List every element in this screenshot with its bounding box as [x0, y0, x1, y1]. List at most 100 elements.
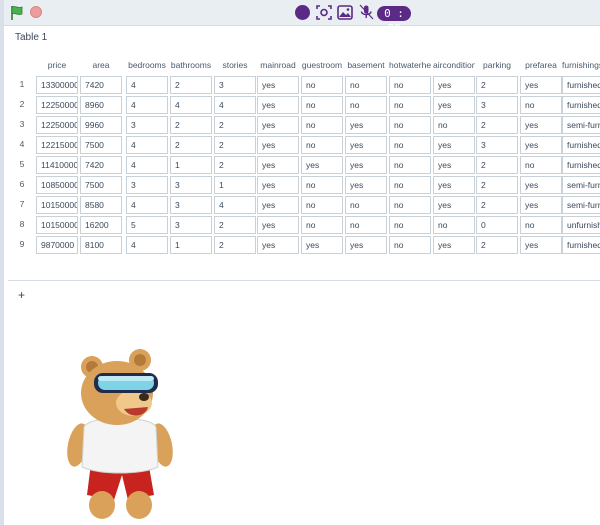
- table-cell[interactable]: yes: [301, 236, 343, 254]
- table-cell[interactable]: no: [389, 176, 431, 194]
- column-header-furnishingsta[interactable]: furnishingsta: [562, 60, 600, 74]
- table-cell[interactable]: no: [389, 116, 431, 134]
- table-cell[interactable]: 4: [126, 96, 168, 114]
- table-cell[interactable]: 16200: [80, 216, 122, 234]
- table-cell[interactable]: 0: [476, 216, 518, 234]
- table-cell[interactable]: yes: [257, 196, 299, 214]
- table-cell[interactable]: no: [301, 116, 343, 134]
- table-cell[interactable]: no: [389, 236, 431, 254]
- table-cell[interactable]: 7500: [80, 136, 122, 154]
- table-cell[interactable]: yes: [257, 116, 299, 134]
- table-cell[interactable]: no: [301, 96, 343, 114]
- table-cell[interactable]: yes: [520, 116, 562, 134]
- table-cell[interactable]: no: [433, 116, 475, 134]
- table-cell[interactable]: no: [389, 76, 431, 94]
- table-cell[interactable]: yes: [520, 136, 562, 154]
- stop-icon[interactable]: [30, 6, 42, 18]
- table-cell[interactable]: no: [389, 196, 431, 214]
- table-cell[interactable]: furnished: [562, 96, 600, 114]
- table-cell[interactable]: 7420: [80, 76, 122, 94]
- table-cell[interactable]: yes: [433, 156, 475, 174]
- image-icon[interactable]: [336, 4, 354, 21]
- column-header-parking[interactable]: parking: [476, 60, 518, 74]
- table-cell[interactable]: 3: [170, 196, 212, 214]
- table-cell[interactable]: 10150000: [36, 196, 78, 214]
- table-cell[interactable]: 2: [214, 136, 256, 154]
- table-cell[interactable]: yes: [345, 116, 387, 134]
- table-cell[interactable]: 4: [126, 236, 168, 254]
- table-cell[interactable]: yes: [520, 196, 562, 214]
- record-icon[interactable]: [295, 5, 310, 20]
- table-cell[interactable]: 4: [214, 96, 256, 114]
- column-header-guestroom[interactable]: guestroom: [301, 60, 343, 74]
- table-cell[interactable]: 7420: [80, 156, 122, 174]
- table-cell[interactable]: 3: [214, 76, 256, 94]
- table-cell[interactable]: yes: [257, 136, 299, 154]
- table-cell[interactable]: yes: [345, 156, 387, 174]
- add-row-button[interactable]: +: [18, 288, 25, 302]
- column-header-bedrooms[interactable]: bedrooms: [126, 60, 168, 74]
- table-cell[interactable]: 4: [126, 136, 168, 154]
- table-cell[interactable]: 2: [214, 116, 256, 134]
- table-cell[interactable]: no: [520, 216, 562, 234]
- bear-sprite[interactable]: [62, 345, 177, 525]
- table-cell[interactable]: 12250000: [36, 96, 78, 114]
- table-cell[interactable]: yes: [345, 176, 387, 194]
- table-cell[interactable]: 10850000: [36, 176, 78, 194]
- column-header-mainroad[interactable]: mainroad: [257, 60, 299, 74]
- column-header-bathrooms[interactable]: bathrooms: [170, 60, 212, 74]
- table-cell[interactable]: no: [345, 196, 387, 214]
- table-cell[interactable]: no: [345, 96, 387, 114]
- table-cell[interactable]: 12250000: [36, 116, 78, 134]
- mic-icon[interactable]: [357, 4, 375, 21]
- table-cell[interactable]: 3: [476, 136, 518, 154]
- table-cell[interactable]: 7500: [80, 176, 122, 194]
- table-cell[interactable]: 9960: [80, 116, 122, 134]
- table-cell[interactable]: yes: [257, 156, 299, 174]
- table-cell[interactable]: 8580: [80, 196, 122, 214]
- table-cell[interactable]: furnished: [562, 236, 600, 254]
- table-cell[interactable]: semi-furnis: [562, 116, 600, 134]
- table-cell[interactable]: no: [389, 96, 431, 114]
- table-cell[interactable]: semi-furnis: [562, 196, 600, 214]
- column-header-hotwaterhea[interactable]: hotwaterhea: [389, 60, 431, 74]
- green-flag-icon[interactable]: [10, 5, 24, 21]
- table-cell[interactable]: no: [520, 96, 562, 114]
- column-header-airconditioning[interactable]: airconditioning: [433, 60, 475, 74]
- screenshot-icon[interactable]: [315, 4, 333, 21]
- table-cell[interactable]: furnished: [562, 76, 600, 94]
- table-cell[interactable]: 8100: [80, 236, 122, 254]
- table-cell[interactable]: yes: [257, 96, 299, 114]
- column-header-stories[interactable]: stories: [214, 60, 256, 74]
- table-cell[interactable]: 11410000: [36, 156, 78, 174]
- table-cell[interactable]: 4: [126, 76, 168, 94]
- table-cell[interactable]: yes: [433, 76, 475, 94]
- table-cell[interactable]: no: [389, 156, 431, 174]
- table-cell[interactable]: yes: [433, 136, 475, 154]
- table-cell[interactable]: 1: [170, 156, 212, 174]
- table-cell[interactable]: yes: [257, 76, 299, 94]
- table-cell[interactable]: 3: [126, 116, 168, 134]
- table-cell[interactable]: 2: [170, 136, 212, 154]
- table-cell[interactable]: 2: [214, 156, 256, 174]
- table-cell[interactable]: yes: [257, 216, 299, 234]
- table-cell[interactable]: 4: [170, 96, 212, 114]
- table-cell[interactable]: no: [301, 196, 343, 214]
- table-cell[interactable]: yes: [345, 236, 387, 254]
- table-cell[interactable]: no: [389, 216, 431, 234]
- table-cell[interactable]: semi-furnis: [562, 176, 600, 194]
- table-cell[interactable]: 12215000: [36, 136, 78, 154]
- table-cell[interactable]: no: [345, 76, 387, 94]
- table-cell[interactable]: unfurnished: [562, 216, 600, 234]
- table-cell[interactable]: no: [301, 136, 343, 154]
- table-cell[interactable]: 8960: [80, 96, 122, 114]
- table-cell[interactable]: 1: [170, 236, 212, 254]
- table-cell[interactable]: 3: [170, 176, 212, 194]
- table-cell[interactable]: 4: [214, 196, 256, 214]
- table-cell[interactable]: yes: [433, 176, 475, 194]
- table-cell[interactable]: 2: [476, 196, 518, 214]
- table-cell[interactable]: 3: [170, 216, 212, 234]
- table-cell[interactable]: no: [345, 216, 387, 234]
- table-cell[interactable]: yes: [433, 236, 475, 254]
- table-cell[interactable]: yes: [257, 176, 299, 194]
